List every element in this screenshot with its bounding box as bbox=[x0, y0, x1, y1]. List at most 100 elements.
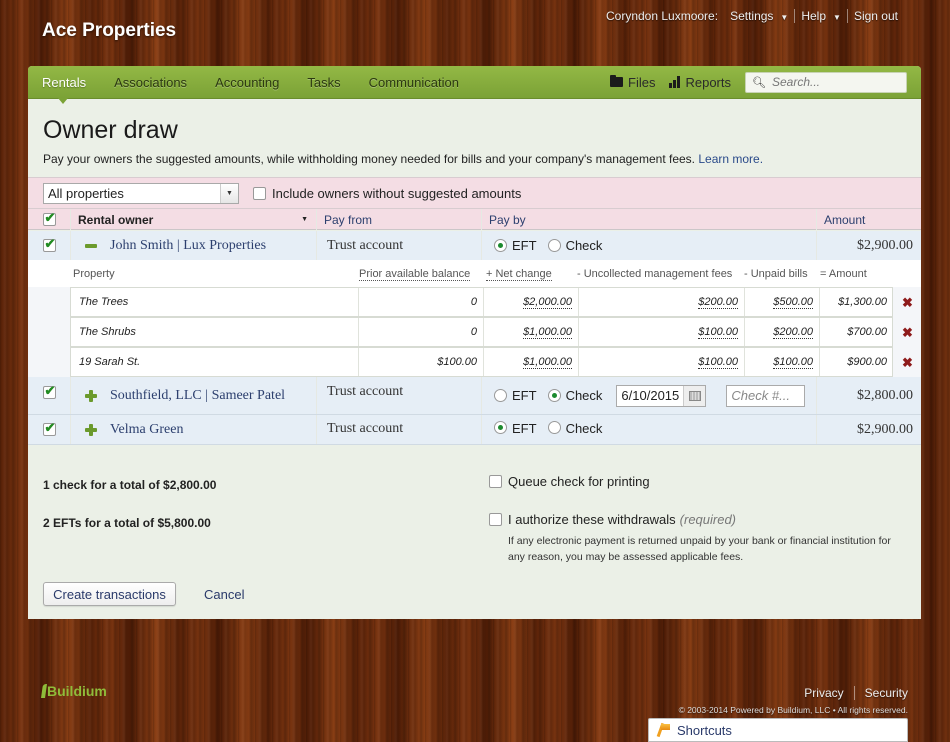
select-all-checkbox[interactable] bbox=[42, 210, 56, 226]
net-change[interactable]: $1,000.00 bbox=[484, 318, 579, 346]
net-change-value: $2,000.00 bbox=[523, 295, 572, 309]
authorize-checkbox[interactable] bbox=[489, 513, 502, 526]
check-radio[interactable] bbox=[547, 239, 561, 252]
tab-rentals[interactable]: Rentals bbox=[28, 75, 100, 90]
owner-select-cell bbox=[28, 415, 70, 444]
property-amount: $900.00 bbox=[847, 356, 887, 368]
mgmt-fees-value: $100.00 bbox=[698, 355, 738, 369]
tab-communication[interactable]: Communication bbox=[355, 75, 473, 90]
check-number-placeholder: Check #... bbox=[731, 388, 790, 403]
owner-name-link[interactable]: John Smith | Lux Properties bbox=[110, 238, 266, 254]
logo-text: Buildium bbox=[47, 683, 107, 699]
reports-label: Reports bbox=[685, 74, 731, 90]
check-radio[interactable] bbox=[547, 421, 561, 434]
property-select[interactable]: All properties ▼ bbox=[43, 182, 239, 204]
settings-menu[interactable]: Settings ▼ bbox=[724, 9, 794, 23]
queue-check-checkbox[interactable] bbox=[489, 475, 502, 488]
eft-radio[interactable] bbox=[494, 421, 507, 434]
subheader-prior-balance[interactable]: Prior available balance bbox=[359, 268, 471, 281]
remove-icon[interactable]: ✖ bbox=[902, 355, 913, 371]
owner-name-link[interactable]: Southfield, LLC | Sameer Patel bbox=[110, 388, 285, 404]
owner-name-link[interactable]: Velma Green bbox=[110, 422, 183, 438]
expand-icon[interactable] bbox=[85, 423, 97, 436]
prior-balance: 0 bbox=[359, 318, 484, 346]
pay-from: Trust account bbox=[316, 415, 481, 444]
queue-check-option[interactable]: Queue check for printing bbox=[489, 474, 650, 489]
help-label: Help bbox=[801, 9, 827, 23]
property-subheader: Property Prior available balance + Net c… bbox=[28, 260, 921, 287]
tab-associations[interactable]: Associations bbox=[100, 75, 201, 90]
learn-more-link[interactable]: Learn more. bbox=[698, 152, 763, 166]
include-owners-option[interactable]: Include owners without suggested amounts bbox=[253, 186, 521, 201]
eft-radio[interactable] bbox=[494, 239, 507, 252]
buildium-logo[interactable]: Buildium bbox=[41, 683, 107, 699]
collapse-icon[interactable] bbox=[85, 243, 97, 248]
check-label: Check bbox=[565, 238, 603, 253]
calendar-button[interactable] bbox=[683, 385, 706, 406]
pay-by-options: EFT Check bbox=[481, 415, 816, 444]
sign-out-link[interactable]: Sign out bbox=[848, 9, 904, 23]
mgmt-fees[interactable]: $100.00 bbox=[579, 348, 745, 376]
check-radio[interactable] bbox=[547, 389, 561, 402]
remove-icon[interactable]: ✖ bbox=[902, 325, 913, 341]
property-select-value: All properties bbox=[48, 185, 124, 201]
unpaid-bills[interactable]: $200.00 bbox=[745, 318, 820, 346]
header-owner[interactable]: Rental owner ▼ bbox=[70, 209, 316, 230]
security-link[interactable]: Security bbox=[865, 686, 908, 700]
reports-link[interactable]: Reports bbox=[669, 75, 731, 90]
filter-bar: All properties ▼ Include owners without s… bbox=[28, 177, 921, 209]
shortcuts-button[interactable]: Shortcuts bbox=[648, 718, 908, 742]
net-change-value: $1,000.00 bbox=[523, 325, 572, 339]
folder-icon bbox=[610, 75, 624, 87]
unpaid-bills[interactable]: $500.00 bbox=[745, 288, 820, 316]
calendar-icon bbox=[688, 390, 701, 401]
include-owners-checkbox[interactable] bbox=[253, 186, 266, 200]
net-change[interactable]: $1,000.00 bbox=[484, 348, 579, 376]
check-number-input[interactable]: Check #... bbox=[726, 384, 806, 407]
authorize-option[interactable]: I authorize these withdrawals (required) bbox=[489, 512, 736, 527]
owner-row: John Smith | Lux Properties Trust accoun… bbox=[28, 231, 921, 261]
mgmt-fees[interactable]: $100.00 bbox=[579, 318, 745, 346]
tab-tasks[interactable]: Tasks bbox=[293, 75, 354, 90]
unpaid-bills[interactable]: $100.00 bbox=[745, 348, 820, 376]
select-all-cell bbox=[28, 209, 70, 230]
create-transactions-button[interactable]: Create transactions bbox=[43, 582, 176, 606]
unpaid-bills-value: $500.00 bbox=[773, 295, 813, 309]
help-menu[interactable]: Help ▼ bbox=[795, 9, 847, 23]
unpaid-bills-value: $100.00 bbox=[773, 355, 813, 369]
files-link[interactable]: Files bbox=[610, 75, 655, 90]
description-text: Pay your owners the suggested amounts, w… bbox=[43, 152, 695, 166]
check-date-input[interactable]: 6/10/2015 bbox=[616, 384, 707, 407]
expand-icon[interactable] bbox=[85, 389, 97, 402]
required-hint: (required) bbox=[679, 512, 737, 527]
subheader-net-change[interactable]: + Net change bbox=[486, 268, 552, 281]
privacy-link[interactable]: Privacy bbox=[804, 686, 843, 700]
owner-cell: John Smith | Lux Properties bbox=[70, 231, 316, 260]
property-name: 19 Sarah St. bbox=[71, 348, 359, 376]
owner-amount: $2,900.00 bbox=[816, 231, 921, 260]
pay-from: Trust account bbox=[316, 377, 481, 414]
owner-checkbox[interactable] bbox=[42, 383, 56, 399]
mgmt-fees[interactable]: $200.00 bbox=[579, 288, 745, 316]
owner-checkbox[interactable] bbox=[42, 420, 56, 436]
search-input[interactable]: 🔍︎ Search... bbox=[745, 71, 907, 93]
tab-accounting[interactable]: Accounting bbox=[201, 75, 293, 90]
unpaid-bills-value: $200.00 bbox=[773, 325, 813, 339]
table-header: Rental owner ▼ Pay from Pay by Amount bbox=[28, 209, 921, 230]
check-label: Check bbox=[565, 421, 603, 436]
eft-label: EFT bbox=[512, 421, 537, 436]
mgmt-fees-value: $200.00 bbox=[698, 295, 738, 309]
remove-icon[interactable]: ✖ bbox=[902, 295, 913, 311]
owner-checkbox[interactable] bbox=[42, 236, 56, 252]
eft-radio[interactable] bbox=[494, 389, 507, 402]
brand-title: Ace Properties bbox=[42, 20, 177, 41]
owner-row: Velma Green Trust account EFT Check $2,9… bbox=[28, 415, 921, 445]
copyright: © 2003-2014 Powered by Buildium, LLC • A… bbox=[678, 705, 908, 715]
eft-label: EFT bbox=[512, 388, 537, 403]
search-icon: 🔍︎ bbox=[752, 76, 766, 89]
net-change[interactable]: $2,000.00 bbox=[484, 288, 579, 316]
caret-down-icon: ▼ bbox=[833, 13, 841, 22]
authorize-label: I authorize these withdrawals bbox=[508, 512, 676, 527]
pin-icon bbox=[657, 723, 671, 737]
cancel-link[interactable]: Cancel bbox=[204, 587, 244, 602]
